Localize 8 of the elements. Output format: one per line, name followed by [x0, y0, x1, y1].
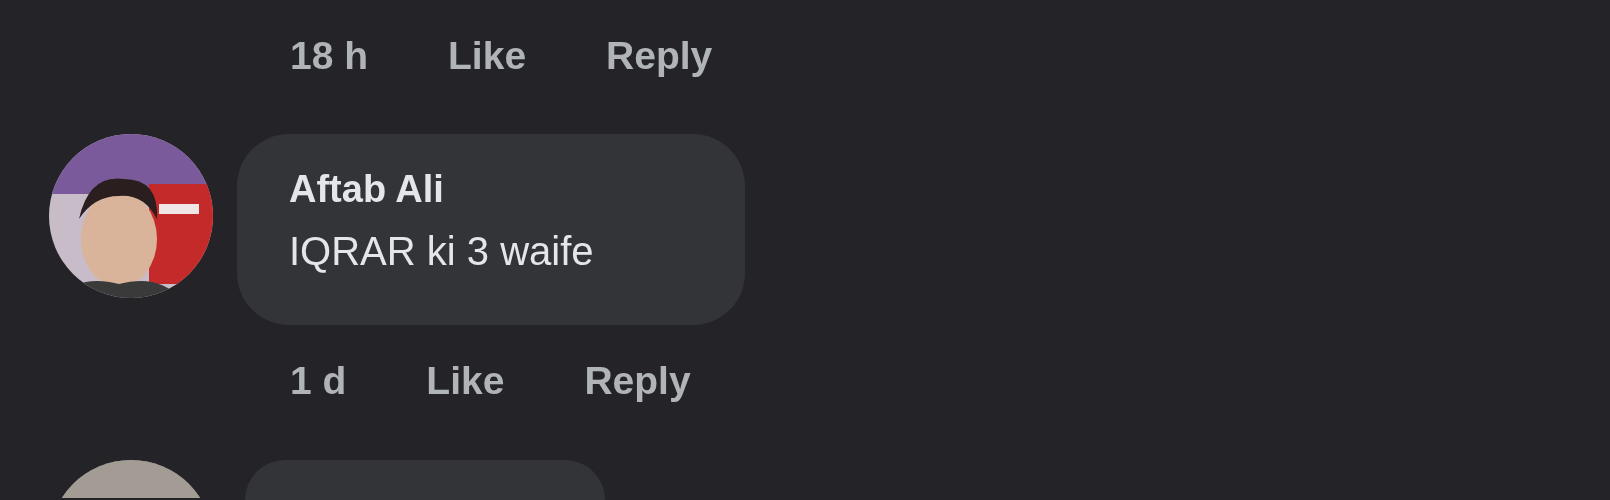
comment-text: IQRAR ki 3 waife [289, 227, 595, 275]
like-link[interactable]: Like [448, 35, 527, 75]
reply-link[interactable]: Reply [584, 360, 691, 400]
comment-author[interactable]: Aftab Ali [289, 166, 745, 214]
comment-time: 1 d [290, 360, 347, 400]
comment-time: 18 h [290, 35, 369, 75]
reply-link[interactable]: Reply [606, 35, 713, 75]
like-link[interactable]: Like [426, 360, 505, 400]
